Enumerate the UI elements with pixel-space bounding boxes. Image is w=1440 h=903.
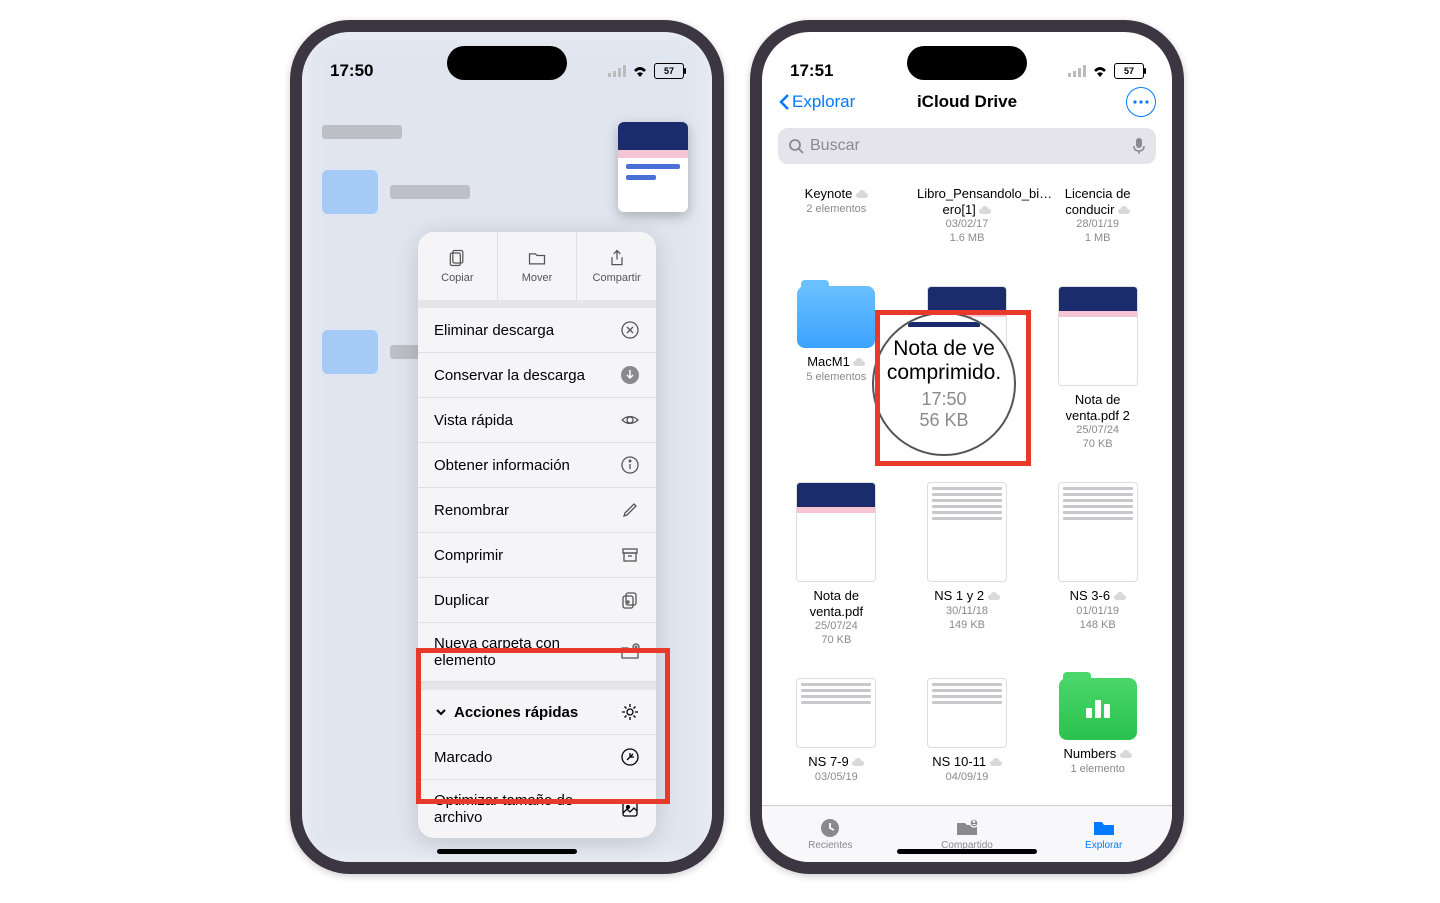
menu-row-get-info[interactable]: Obtener información [418,443,656,488]
duplicate-icon [620,590,640,610]
chevron-down-icon [434,705,448,719]
status-time: 17:51 [790,61,833,81]
tab-browse[interactable]: Explorar [1035,806,1172,862]
file-item-ns79[interactable]: NS 7-9 03/05/19 [776,672,897,808]
selected-file-thumbnail[interactable] [618,122,688,212]
share-icon [606,248,628,268]
tab-recents[interactable]: Recientes [762,806,899,862]
menu-row-rename[interactable]: Renombrar [418,488,656,533]
pencil-icon [620,500,640,520]
info-icon [620,455,640,475]
folder-icon [797,286,875,348]
signal-icon [608,65,626,77]
file-item-ns36[interactable]: NS 3-6 01/01/19 148 KB [1037,476,1158,672]
menu-row-keep-download[interactable]: Conservar la descarga [418,353,656,398]
screen-left: 17:50 57 Copiar Mover [302,32,712,862]
folder-icon [526,248,548,268]
context-menu: Copiar Mover Compartir Eliminar descarga… [418,232,656,838]
share-button[interactable]: Compartir [577,232,656,300]
menu-row-new-folder[interactable]: Nueva carpeta con elemento [418,623,656,682]
doc-thumbnail [1058,482,1138,582]
status-time: 17:50 [330,61,373,81]
cloud-icon [990,758,1002,767]
cloud-icon [988,592,1000,601]
signal-icon [1068,65,1086,77]
battery-icon: 57 [1114,63,1144,79]
menu-row-quick-look[interactable]: Vista rápida [418,398,656,443]
shared-folder-icon [954,817,980,839]
search-placeholder: Buscar [810,137,860,155]
copy-button[interactable]: Copiar [418,232,498,300]
archive-icon [620,545,640,565]
file-item-ns1011[interactable]: NS 10-11 04/09/19 [907,672,1028,808]
cloud-icon [852,758,864,767]
dynamic-island [447,46,567,80]
optimize-icon [620,799,640,819]
wifi-icon [632,65,648,77]
screen-right: 17:51 57 Explorar iCloud Drive Buscar [762,32,1172,862]
cloud-icon [1120,750,1132,759]
markup-icon [620,747,640,767]
menu-row-remove-download[interactable]: Eliminar descarga [418,308,656,353]
clock-icon [817,817,843,839]
file-item-ns12[interactable]: NS 1 y 2 30/11/18 149 KB [907,476,1028,672]
wifi-icon [1092,65,1108,77]
gear-icon[interactable] [620,702,640,722]
file-item-numbers[interactable]: Numbers 1 elemento [1037,672,1158,808]
cloud-icon [853,358,865,367]
menu-row-duplicate[interactable]: Duplicar [418,578,656,623]
doc-thumbnail [796,678,876,748]
move-button[interactable]: Mover [498,232,578,300]
ellipsis-icon [1133,100,1149,104]
eye-icon [620,410,640,430]
file-item-libro[interactable]: Libro_Pensandolo_bi…ero[1] 03/02/17 1.6 … [907,174,1028,280]
search-field[interactable]: Buscar [778,128,1156,164]
phone-frame-left: 17:50 57 Copiar Mover [290,20,724,874]
copy-icon [446,248,468,268]
annotation-magnifier: Nota de ve comprimido. 17:50 56 KB [872,312,1016,456]
file-item-licencia[interactable]: Licencia de conducir 28/01/19 1 MB [1037,174,1158,280]
remove-icon [620,320,640,340]
pdf-thumbnail [796,482,876,582]
folder-plus-icon [620,642,640,662]
cloud-icon [1118,206,1130,215]
file-grid[interactable]: Keynote 2 elementos Libro_Pensandolo_bi…… [762,174,1172,808]
mic-icon[interactable] [1132,137,1146,155]
search-icon [788,138,804,154]
menu-row-optimize-size[interactable]: Optimizar tamaño de archivo [418,780,656,838]
menu-row-markup[interactable]: Marcado [418,735,656,780]
home-indicator[interactable] [437,849,577,854]
file-item-nota[interactable]: Nota de venta.pdf 25/07/24 70 KB [776,476,897,672]
doc-thumbnail [927,482,1007,582]
folder-icon [1091,817,1117,839]
quick-actions-header[interactable]: Acciones rápidas [418,690,656,735]
file-item-nota2[interactable]: Nota de venta.pdf 2 25/07/24 70 KB [1037,280,1158,476]
cloud-icon [979,206,991,215]
dynamic-island [907,46,1027,80]
phone-frame-right: 17:51 57 Explorar iCloud Drive Buscar [750,20,1184,874]
folder-icon [1059,678,1137,740]
pdf-thumbnail [1058,286,1138,386]
doc-thumbnail [927,678,1007,748]
menu-row-compress[interactable]: Comprimir [418,533,656,578]
home-indicator[interactable] [897,849,1037,854]
battery-icon: 57 [654,63,684,79]
download-icon [620,365,640,385]
cloud-icon [856,190,868,199]
file-item-keynote[interactable]: Keynote 2 elementos [776,174,897,280]
cloud-icon [1114,592,1126,601]
